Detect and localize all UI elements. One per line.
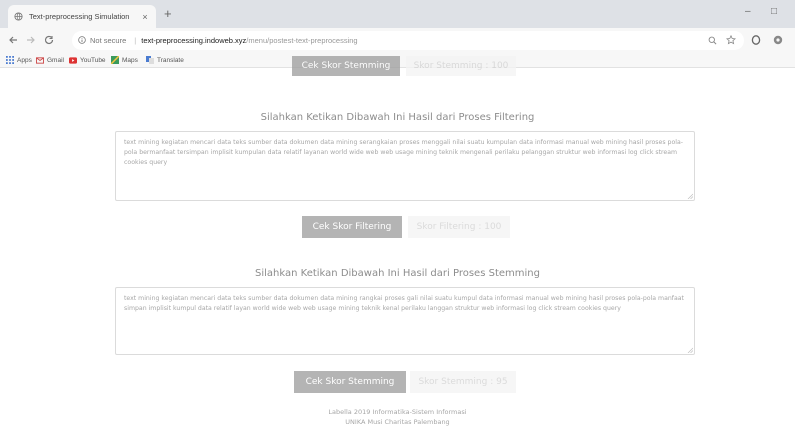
url-host: text-preprocessing.indoweb.xyz bbox=[141, 36, 247, 45]
bookmark-translate[interactable]: Translate bbox=[146, 56, 184, 64]
zoom-icon[interactable] bbox=[706, 34, 718, 46]
url-divider: | bbox=[134, 36, 137, 45]
star-icon[interactable] bbox=[725, 34, 737, 46]
youtube-icon bbox=[69, 56, 77, 64]
resize-handle-icon[interactable] bbox=[687, 193, 693, 199]
bookmark-label: Apps bbox=[17, 56, 32, 64]
bookmark-maps[interactable]: Maps bbox=[111, 56, 138, 64]
maps-icon bbox=[111, 56, 119, 64]
tab-strip: Text-preprocessing Simulation × + – □ bbox=[0, 0, 795, 28]
globe-icon bbox=[14, 12, 23, 21]
forward-arrow-icon[interactable] bbox=[24, 33, 38, 47]
footer-line2: UNIKA Musi Charitas Palembang bbox=[345, 418, 450, 426]
browser-tab[interactable]: Text-preprocessing Simulation × bbox=[8, 5, 156, 28]
stemming-text: text mining kegiatan mencari data teks s… bbox=[124, 295, 684, 312]
stemming-title: Silahkan Ketikan Dibawah Ini Hasil dari … bbox=[255, 268, 540, 279]
extension-icon[interactable] bbox=[772, 34, 784, 46]
bookmark-label: Maps bbox=[122, 56, 138, 64]
bookmark-gmail[interactable]: Gmail bbox=[36, 56, 64, 64]
back-arrow-icon[interactable] bbox=[6, 33, 20, 47]
page-content: Cek Skor Stemming Skor Stemming : 100 Si… bbox=[0, 56, 795, 428]
bookmark-youtube[interactable]: YouTube bbox=[69, 56, 106, 64]
url-path: /menu/postest-text-preprocessing bbox=[246, 36, 358, 45]
footer-line1: Labella 2019 Informatika-Sistem Informas… bbox=[328, 408, 467, 416]
bookmark-label: Gmail bbox=[47, 56, 64, 64]
gmail-icon bbox=[36, 56, 44, 64]
bookmark-apps[interactable]: Apps bbox=[6, 56, 32, 64]
reload-icon[interactable] bbox=[42, 33, 56, 47]
top-check-button[interactable]: Cek Skor Stemming bbox=[292, 56, 400, 76]
tab-title: Text-preprocessing Simulation bbox=[29, 12, 130, 21]
opera-icon[interactable] bbox=[750, 34, 762, 46]
filtering-title: Silahkan Ketikan Dibawah Ini Hasil dari … bbox=[260, 112, 535, 123]
info-icon[interactable] bbox=[78, 35, 86, 46]
check-filtering-button[interactable]: Cek Skor Filtering bbox=[302, 216, 402, 238]
new-tab-button[interactable]: + bbox=[164, 7, 172, 21]
translate-icon bbox=[146, 56, 154, 64]
resize-handle-icon[interactable] bbox=[687, 347, 693, 353]
stemming-score-badge: Skor Stemming : 95 bbox=[410, 371, 516, 393]
stemming-textarea[interactable]: text mining kegiatan mencari data teks s… bbox=[115, 287, 695, 355]
bookmark-label: Translate bbox=[157, 56, 184, 64]
security-label: Not secure bbox=[90, 36, 127, 45]
bookmark-label: YouTube bbox=[80, 56, 106, 64]
maximize-icon[interactable]: □ bbox=[771, 6, 777, 18]
filtering-score-badge: Skor Filtering : 100 bbox=[408, 216, 510, 238]
top-score-badge: Skor Stemming : 100 bbox=[406, 56, 516, 76]
minimize-icon[interactable]: – bbox=[745, 6, 751, 18]
filtering-text: text mining kegiatan mencari data teks s… bbox=[124, 139, 683, 166]
check-stemming-button[interactable]: Cek Skor Stemming bbox=[294, 371, 406, 393]
tab-close-icon[interactable]: × bbox=[140, 12, 150, 22]
address-bar[interactable]: Not secure | text-preprocessing.indoweb.… bbox=[72, 31, 744, 50]
filtering-textarea[interactable]: text mining kegiatan mencari data teks s… bbox=[115, 131, 695, 201]
apps-grid-icon bbox=[6, 56, 14, 64]
